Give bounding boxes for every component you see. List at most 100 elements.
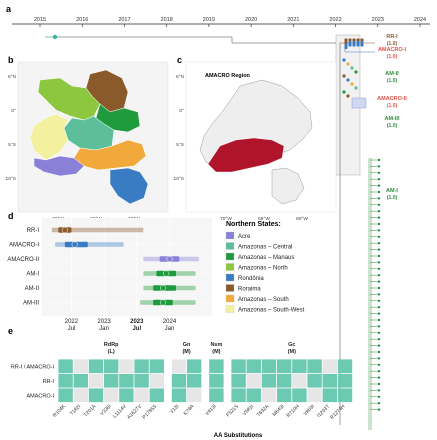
heatmap-cell: [307, 388, 322, 403]
heatmap-cell: [277, 388, 292, 403]
panel-label-a: a: [6, 4, 12, 14]
heatmap-col-label: K74R: [183, 403, 196, 416]
clade-support: (1.0): [387, 195, 398, 201]
tree-tip: [377, 331, 381, 334]
heatmap-cell: [171, 388, 187, 403]
tree-tip: [377, 178, 381, 181]
heatmap-cell: [322, 373, 337, 388]
heatmap-cell: [231, 388, 246, 403]
map-lat-label: 5°N: [176, 74, 185, 80]
panel-label-d: d: [8, 211, 14, 221]
clade-support: (1.0): [387, 78, 398, 84]
heatmap-col-label: V336I: [99, 404, 112, 417]
timeline-year-label: 2024: [414, 17, 426, 23]
heatmap-col-label: V413I: [204, 404, 217, 417]
heatmap-cell: [104, 359, 119, 374]
x-tick-label: 2022: [65, 319, 79, 325]
legend-swatch: [225, 305, 235, 313]
row-label: RR-I: [27, 228, 40, 234]
tree-tip: [350, 66, 354, 70]
heatmap-cell: [337, 359, 353, 374]
legend-label: Amazonas – South: [238, 297, 289, 303]
heatmap-col-label: T182I: [69, 404, 82, 417]
heatmap-cell: [58, 388, 73, 403]
tree-root-node: [52, 34, 58, 40]
legend-swatch: [225, 294, 235, 303]
heatmap-cell: [104, 388, 119, 403]
tree-tip: [377, 222, 381, 226]
heatmap-cell: [88, 388, 104, 403]
legend: Northern States: Acre Amazonas – Central A…: [225, 221, 305, 314]
map-lat-label: 5°S: [176, 142, 184, 148]
heatmap-cell: [246, 359, 261, 374]
legend-swatch: [225, 231, 235, 240]
heatmap-cell: [322, 359, 337, 374]
heatmap-cell: [119, 359, 134, 374]
timeline-year-label: 2019: [203, 17, 215, 23]
heatmap-group-title: Gc: [288, 342, 295, 348]
x-tick-sublabel: Jul: [132, 326, 141, 332]
heatmap-col-label: R710H: [286, 403, 302, 419]
tree-tip: [377, 242, 381, 245]
heatmap-cell: [187, 373, 202, 388]
heatmap-cell: [149, 388, 164, 403]
range-point: [71, 241, 78, 248]
heatmap-cell: [277, 359, 292, 374]
map-lat-label: 10°S: [6, 176, 16, 182]
tree-tip: [377, 312, 381, 315]
tree-tip: [377, 235, 381, 238]
heatmap-cell: [104, 373, 119, 388]
heatmap-cell: [261, 373, 277, 388]
heatmap-cell: [149, 373, 164, 388]
timeline-axis: 2015 2016 2017 2018 2019 2020 2021 2022 2023 2024: [12, 17, 430, 27]
heatmap-cell: [119, 388, 134, 403]
tree-tip: [377, 344, 381, 347]
tree-tip: [377, 382, 381, 386]
heatmap-cell: [58, 359, 73, 374]
row-label: AMACRO-I: [9, 243, 39, 249]
heatmap-col-label: T201A: [83, 403, 98, 418]
clade-label: AM-II: [385, 71, 399, 77]
timeline-year-label: 2016: [76, 17, 88, 23]
tree-tip: [377, 254, 381, 258]
tree-tip: [342, 74, 346, 78]
heatmap-col-label: M643I: [272, 404, 286, 418]
tree-tip: [350, 82, 354, 86]
panel-label-b: b: [8, 55, 14, 65]
heatmap-col-label: R1274H: [329, 403, 346, 420]
timeline-year-label: 2017: [118, 17, 130, 23]
tree-tip: [377, 389, 381, 392]
tree-tip: [377, 363, 381, 366]
timeline-year-label: 2022: [329, 17, 341, 23]
range-point: [159, 299, 167, 306]
heatmap-col-label: P1785S: [141, 403, 158, 420]
heatmap-cell: [246, 388, 261, 403]
tree-tip: [377, 280, 381, 283]
map-c-title: AMACRO Region: [205, 73, 251, 79]
heatmap-group-title: RdRp: [104, 342, 119, 348]
tree-tip: [342, 90, 346, 94]
panel-e-heatmap: RdRp(L)Gn(M)Nsm(M)Gc(M) RR-I / AMACRO-IR…: [11, 342, 353, 439]
tree-tip: [360, 43, 364, 47]
panel-d-chart: RR-I AMACRO-I AMACRO-II AM-I AM-II AM-III 202…: [7, 218, 212, 332]
heatmap-cell: [73, 359, 88, 374]
heatmap-row-label: AMACRO-I: [27, 393, 55, 399]
timeline-year-label: 2020: [245, 17, 257, 23]
tree-tip: [377, 171, 381, 174]
heatmap-cell: [171, 359, 187, 374]
heatmap-cell: [231, 359, 246, 374]
heatmap-cell: [134, 388, 149, 403]
clade-label: AM-III: [385, 116, 400, 122]
tree-tip: [377, 370, 381, 373]
map-lon-label: 60°W: [296, 216, 308, 222]
tree-tip: [346, 62, 350, 66]
map-lat-label: 5°S: [8, 142, 16, 148]
legend-label: Amazonas – Manaus: [238, 255, 294, 261]
tree-tip: [377, 402, 381, 405]
tree-tip: [377, 350, 381, 354]
heatmap-row-label: RR-I / AMACRO-I: [11, 364, 55, 370]
tree-tip: [377, 395, 381, 398]
tree-tip: [377, 261, 381, 264]
x-tick-label: 2024: [163, 319, 177, 325]
heatmap-col-label: V803I: [303, 404, 316, 417]
